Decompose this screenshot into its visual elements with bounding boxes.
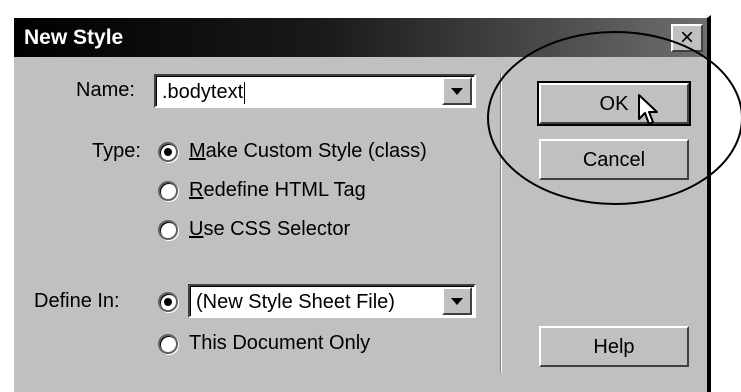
title-bar[interactable]: New Style × <box>14 18 707 57</box>
define-in-select-value: (New Style Sheet File) <box>196 291 395 313</box>
radio-make-custom-style[interactable] <box>158 142 178 162</box>
name-input-value: .bodytext <box>162 81 244 103</box>
option-make-custom-style[interactable]: Make Custom Style (class) <box>189 139 427 163</box>
close-button[interactable]: × <box>671 24 703 52</box>
name-combobox[interactable]: .bodytext <box>154 74 476 108</box>
radio-use-css-selector[interactable] <box>158 220 178 240</box>
name-dropdown-button[interactable] <box>442 77 472 105</box>
name-label: Name: <box>76 79 135 101</box>
option-redefine-html-tag[interactable]: Redefine HTML Tag <box>189 178 366 202</box>
type-label: Type: <box>92 140 141 162</box>
radio-this-document-only[interactable] <box>158 334 178 354</box>
define-in-dropdown-button[interactable] <box>442 287 472 315</box>
dialog-title: New Style <box>24 26 124 49</box>
option-this-document-only[interactable]: This Document Only <box>189 331 370 355</box>
help-button[interactable]: Help <box>539 326 689 367</box>
vertical-separator <box>500 73 502 373</box>
ok-button[interactable]: OK <box>537 81 691 126</box>
new-style-dialog: New Style × Name: .bodytext Type: Make C… <box>11 15 711 392</box>
close-icon: × <box>679 24 694 51</box>
option-use-css-selector[interactable]: Use CSS Selector <box>189 217 350 241</box>
cancel-button[interactable]: Cancel <box>539 139 689 180</box>
define-in-select[interactable]: (New Style Sheet File) <box>188 284 476 318</box>
radio-redefine-html-tag[interactable] <box>158 181 178 201</box>
mouse-pointer-icon <box>638 94 658 125</box>
radio-new-style-sheet[interactable] <box>158 292 178 312</box>
text-caret <box>244 81 246 104</box>
define-in-label: Define In: <box>34 290 120 312</box>
